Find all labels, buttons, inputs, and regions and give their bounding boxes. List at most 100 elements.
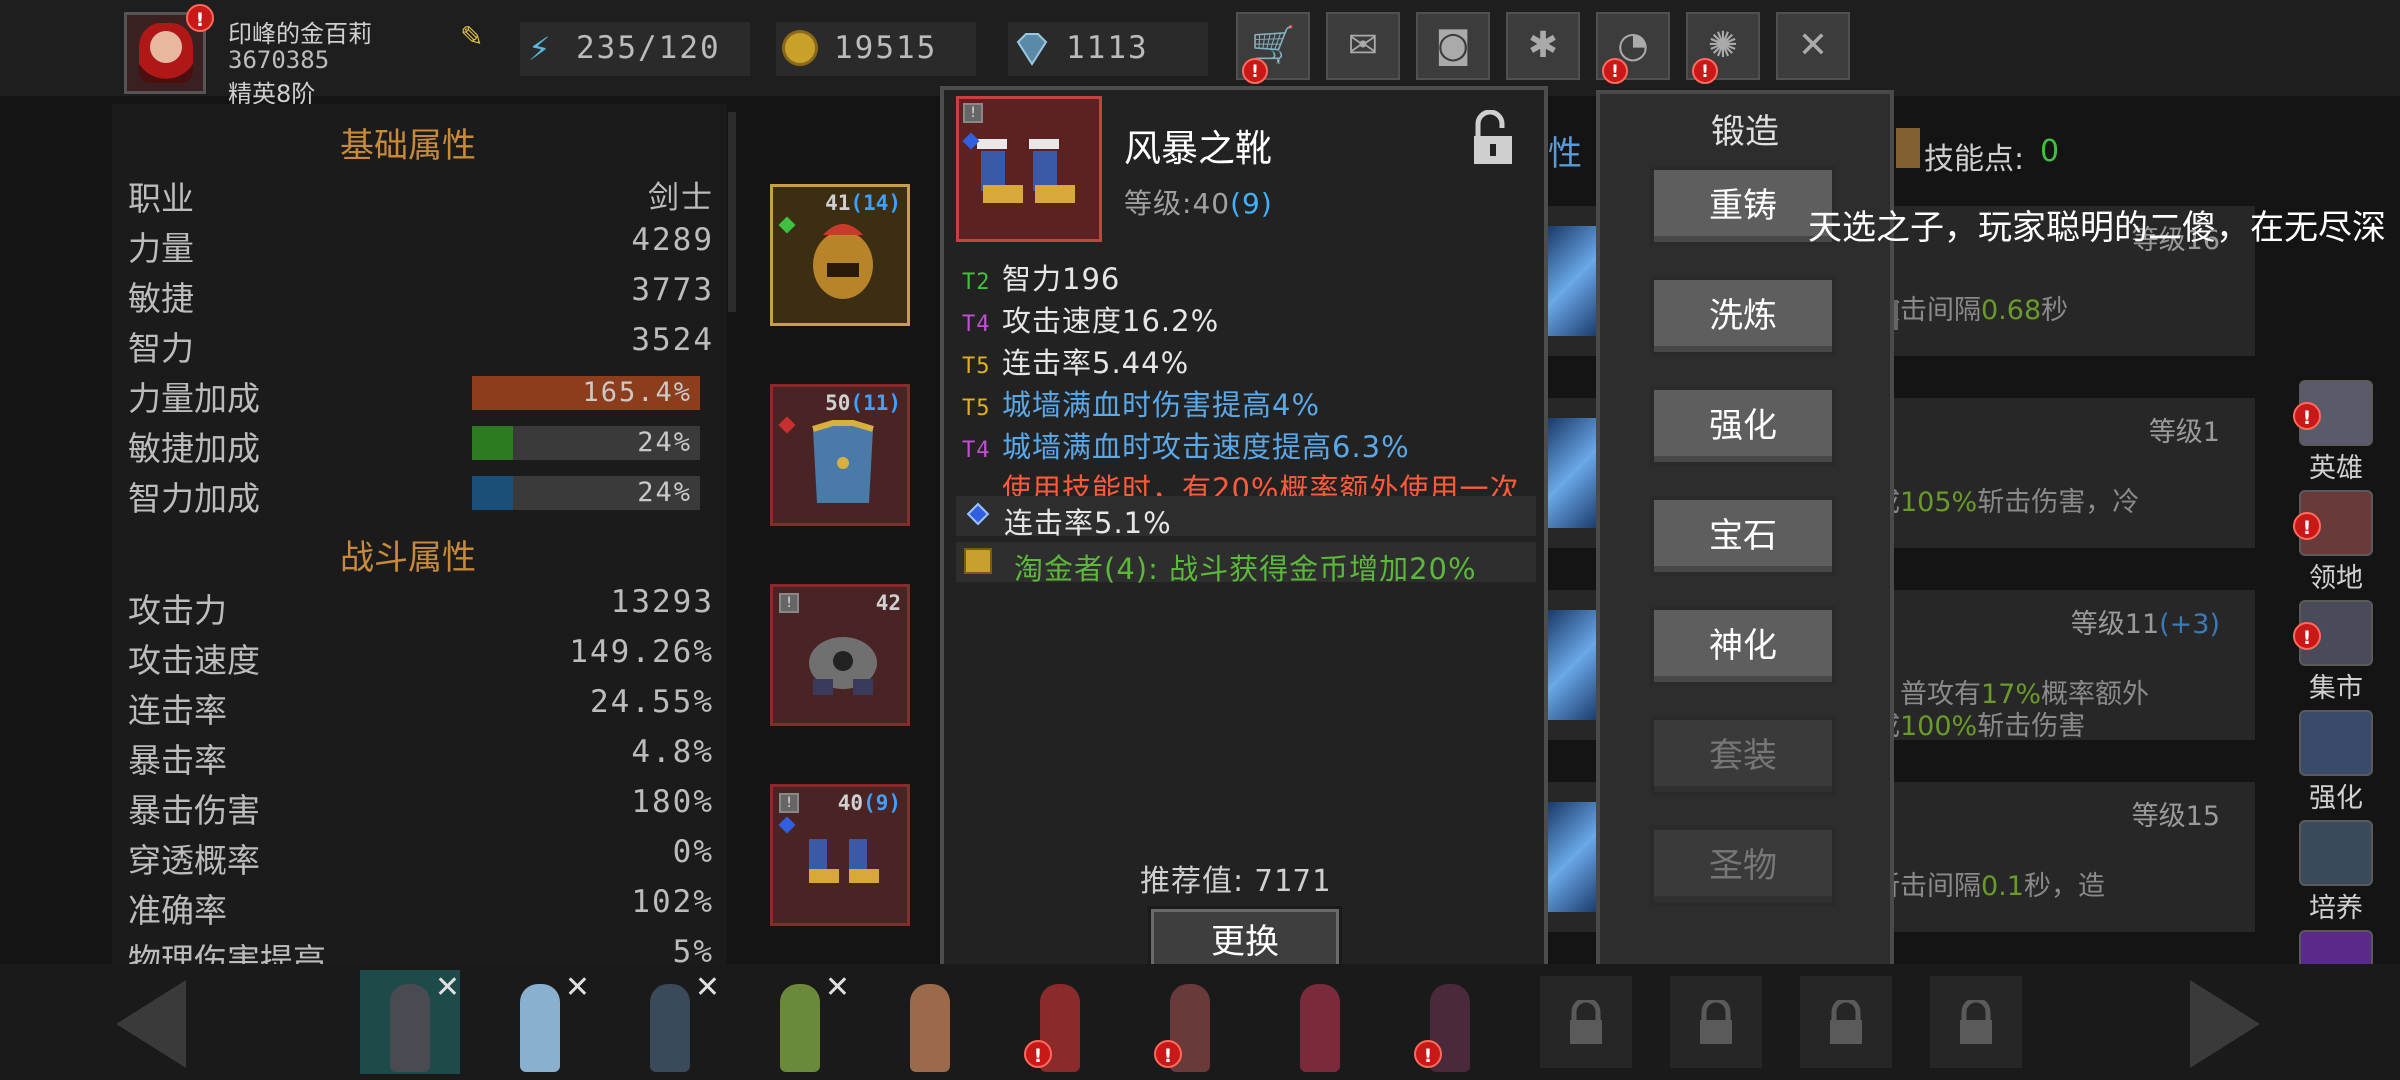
alert-badge: ! <box>1414 1040 1442 1068</box>
forge-button[interactable]: 强化 <box>1650 386 1836 466</box>
alert-badge: ! <box>1242 58 1268 84</box>
bonus-bar-fill <box>472 476 514 510</box>
prev-page-arrow-icon[interactable] <box>116 980 186 1068</box>
gem-marker-icon <box>778 816 796 834</box>
next-page-arrow-icon[interactable] <box>2190 980 2260 1068</box>
recommend-score: 推荐值: 7171 <box>1140 864 1331 899</box>
forge-button[interactable]: 宝石 <box>1650 496 1836 576</box>
gem-affix-text: 连击率5.1% <box>1004 506 1172 540</box>
hero-figure <box>1300 984 1340 1072</box>
nav-chalice[interactable]: 培养 <box>2284 820 2388 924</box>
forge-button[interactable]: 圣物 <box>1650 826 1836 906</box>
equipment-slot-armor[interactable]: 50(11) <box>770 384 910 526</box>
stat-label: 敏捷 <box>128 279 194 318</box>
skill-book-icon <box>1896 128 1920 168</box>
basic-stats-title: 基础属性 <box>340 126 476 166</box>
avatar-alert-badge: ! <box>186 4 214 32</box>
alert-badge: ! <box>1024 1040 1052 1068</box>
hero-portrait[interactable]: ! <box>1400 970 1500 1074</box>
nav-market[interactable]: ! 集市 <box>2284 600 2388 704</box>
affix-tier: T5 <box>962 396 991 421</box>
stat-label: 力量 <box>128 229 194 268</box>
hero-remove-icon[interactable]: ✕ <box>435 970 460 1005</box>
hero-remove-icon[interactable]: ✕ <box>565 970 590 1005</box>
hero-remove-icon[interactable]: ✕ <box>695 970 720 1005</box>
stat-label: 准确率 <box>128 891 227 930</box>
cart-button[interactable]: 🛒! <box>1236 12 1310 84</box>
armor-icon <box>812 420 874 503</box>
bonus-bar: 165.4% <box>472 376 700 410</box>
bonus-bar: 24% <box>472 476 700 510</box>
hero-portrait[interactable]: ! <box>1140 970 1240 1074</box>
stat-label: 攻击力 <box>128 591 227 630</box>
forge-button[interactable]: 神化 <box>1650 606 1836 686</box>
edit-icon[interactable]: ✎ <box>460 20 490 53</box>
stat-label: 攻击速度 <box>128 641 260 680</box>
crossed-swords-button[interactable]: ✕ <box>1776 12 1850 80</box>
gamepad-button[interactable]: ◙ <box>1416 12 1490 80</box>
stat-label: 职业 <box>128 179 194 218</box>
hero-portrait[interactable]: ! <box>1010 970 1110 1074</box>
locked-hero-slot[interactable] <box>1670 976 1762 1068</box>
floating-hero-description: 天选之子，玩家聪明的二傻，在无尽深 <box>1808 208 2386 248</box>
set-affix-text: 淘金者(4): 战斗获得金币增加20% <box>1014 552 1477 586</box>
equipment-slot-gloves[interactable]: 42! <box>770 584 910 726</box>
skill-level: 等级11(+3) <box>2070 609 2220 640</box>
alert-badge: ! <box>2293 402 2321 430</box>
wheel-button[interactable]: ◔! <box>1596 12 1670 84</box>
hero-figure <box>390 984 430 1072</box>
equipment-slot-boots[interactable]: 40(9)! <box>770 784 910 926</box>
hero-portrait[interactable]: ✕ <box>750 970 850 1074</box>
stat-value: 0% <box>672 834 714 870</box>
affix-text: 连击率5.44% <box>1002 346 1190 380</box>
unlock-icon[interactable] <box>1470 110 1516 168</box>
skill-icon <box>1548 610 1598 720</box>
alert-badge: ! <box>1692 58 1718 84</box>
skill-icon <box>1548 226 1598 336</box>
hero-figure <box>650 984 690 1072</box>
hero-figure <box>910 984 950 1072</box>
crossed-swords-icon: ✕ <box>1797 25 1829 66</box>
hero-portrait[interactable]: ✕ <box>360 970 460 1074</box>
nav-castle[interactable]: ! 领地 <box>2284 490 2388 594</box>
slot-lock-icon: ! <box>779 793 799 813</box>
bonus-bar-value: 165.4% <box>582 377 692 408</box>
item-affix: T4 城墙满血时攻击速度提高6.3% <box>962 424 1410 466</box>
firework-button[interactable]: ✺! <box>1686 12 1760 84</box>
forge-button[interactable]: 洗炼 <box>1650 276 1836 356</box>
bonus-label: 力量加成 <box>128 379 260 418</box>
mail-button[interactable]: ✉ <box>1326 12 1400 80</box>
locked-hero-slot[interactable] <box>1540 976 1632 1068</box>
alert-badge: ! <box>2293 512 2321 540</box>
nav-shield-upgrade[interactable]: 强化 <box>2284 710 2388 814</box>
affix-tier: T2 <box>962 270 991 295</box>
stat-label: 智力 <box>128 329 194 368</box>
gem-marker-icon <box>778 416 796 434</box>
locked-hero-slot[interactable] <box>1800 976 1892 1068</box>
forge-button[interactable]: 套装 <box>1650 716 1836 796</box>
lock-icon <box>1700 1000 1732 1044</box>
bonus-bar-value: 24% <box>637 427 692 458</box>
locked-hero-slot[interactable] <box>1930 976 2022 1068</box>
hero-portrait[interactable]: ✕ <box>620 970 720 1074</box>
equipment-slot-helmet[interactable]: 41(14) <box>770 184 910 326</box>
skill-level: 等级1 <box>2148 417 2220 448</box>
bonus-label: 敏捷加成 <box>128 429 260 468</box>
forge-title: 锻造 <box>1711 112 1779 152</box>
hero-portrait[interactable] <box>1270 970 1370 1074</box>
nav-label: 领地 <box>2309 563 2363 594</box>
stat-value: 149.26% <box>569 634 714 670</box>
stats-scrollbar[interactable] <box>728 112 736 312</box>
gems-value: 1113 <box>1066 30 1149 66</box>
attr-tab-fragment[interactable]: 性 <box>1548 126 1582 175</box>
mail-icon: ✉ <box>1347 25 1379 66</box>
stat-label: 暴击率 <box>128 741 227 780</box>
hero-portrait[interactable] <box>880 970 980 1074</box>
slot-level: 41(14) <box>825 191 901 215</box>
gear-button[interactable]: ✱ <box>1506 12 1580 80</box>
hero-remove-icon[interactable]: ✕ <box>825 970 850 1005</box>
nav-helmet[interactable]: ! 英雄 <box>2284 380 2388 484</box>
hero-portrait[interactable]: ✕ <box>490 970 590 1074</box>
item-icon: ! <box>956 96 1102 242</box>
item-affix: T2 智力196 <box>962 256 1120 298</box>
